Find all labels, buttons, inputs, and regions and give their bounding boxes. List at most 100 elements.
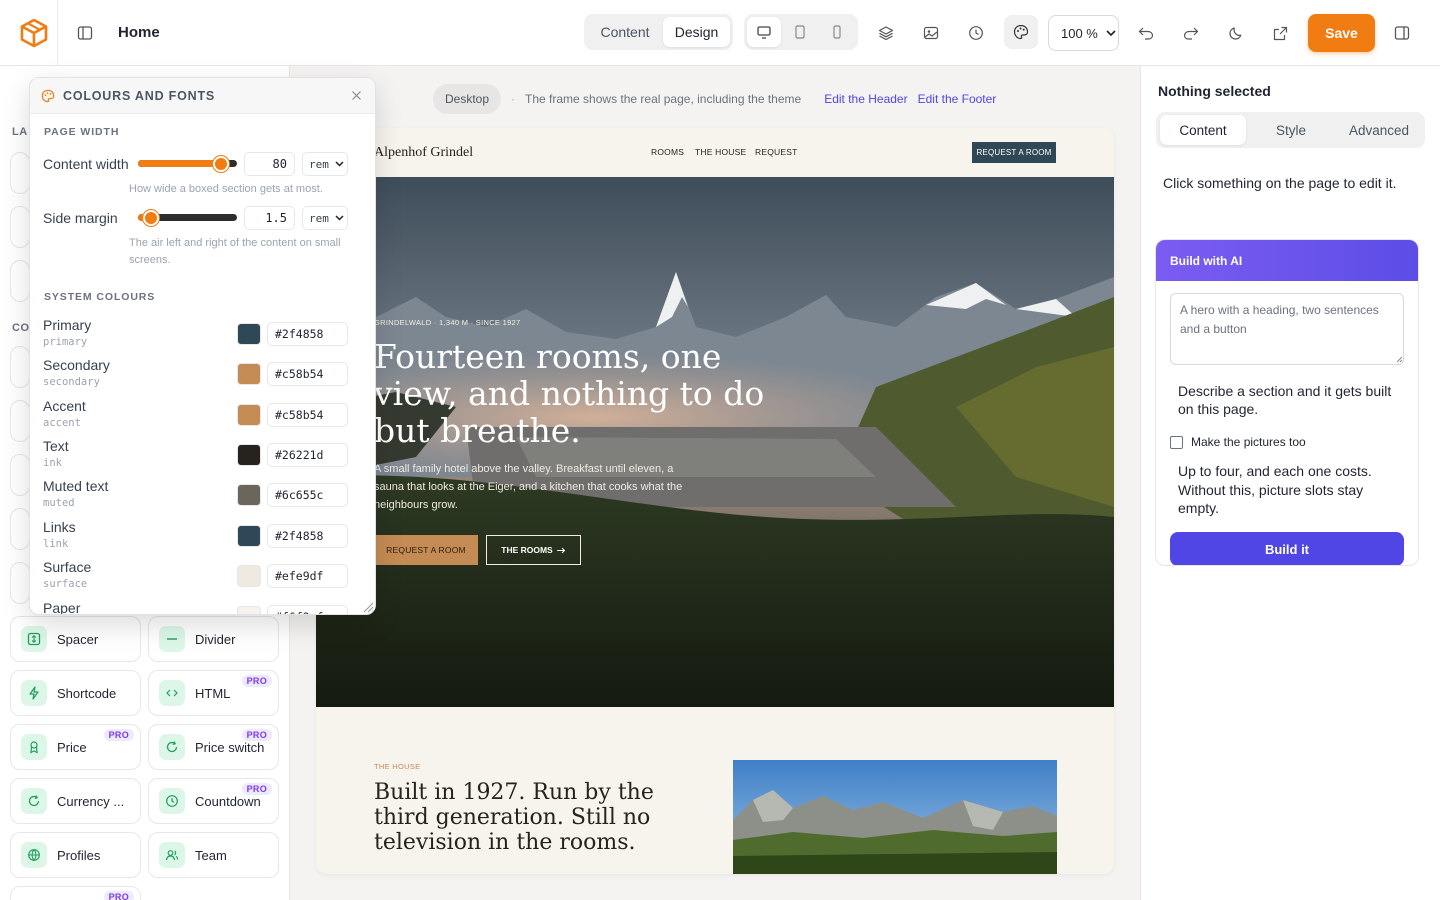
media-icon[interactable] <box>921 23 941 43</box>
side-margin-input[interactable]: 1.5 <box>244 206 295 230</box>
page-title: Home <box>118 24 160 41</box>
content-width-slider[interactable] <box>138 155 237 172</box>
content-width-input[interactable]: 80 <box>244 152 295 176</box>
colour-hex-input[interactable]: #6c655c <box>267 483 348 507</box>
colour-swatch[interactable] <box>237 404 261 426</box>
hero-text[interactable]: A small family hotel above the valley. B… <box>374 460 694 514</box>
mobile-icon[interactable] <box>820 17 854 47</box>
colour-hex-input[interactable]: #f6f3ef <box>267 605 348 614</box>
block-card[interactable]: PRO <box>10 886 141 900</box>
edit-header-link[interactable]: Edit the Header <box>824 92 907 106</box>
block-html[interactable]: HTML PRO <box>148 670 279 716</box>
layers-icon[interactable] <box>876 23 896 43</box>
colour-key: surface <box>43 578 88 590</box>
mode-design-tab[interactable]: Design <box>663 17 730 47</box>
site-header[interactable]: Alpenhof Grindel ROOMS THE HOUSE REQUEST… <box>316 128 1114 177</box>
side-margin-unit-select[interactable]: rem <box>302 206 348 230</box>
colour-hex-input[interactable]: #2f4858 <box>267 322 348 346</box>
make-pictures-checkbox[interactable]: Make the pictures too <box>1170 435 1306 449</box>
block-price-switch[interactable]: Price switch PRO <box>148 724 279 770</box>
textarea-resize-icon[interactable] <box>1395 355 1403 363</box>
colour-swatch[interactable] <box>237 606 261 614</box>
hero-eyebrow[interactable]: GRINDELWALD · 1,340 M · SINCE 1927 <box>374 318 521 327</box>
resize-handle-icon[interactable] <box>361 600 374 613</box>
open-external-icon[interactable] <box>1270 23 1290 43</box>
site-nav-house[interactable]: THE HOUSE <box>695 147 746 157</box>
block-price[interactable]: Price PRO <box>10 724 141 770</box>
block-card[interactable] <box>10 152 30 194</box>
colour-swatch[interactable] <box>237 323 261 345</box>
dark-mode-icon[interactable] <box>1226 23 1246 43</box>
theme-palette-button[interactable] <box>1004 15 1038 49</box>
content-width-unit-select[interactable]: rem <box>302 152 348 176</box>
popup-header[interactable]: COLOURS AND FONTS <box>30 78 375 114</box>
colour-swatch[interactable] <box>237 525 261 547</box>
block-countdown[interactable]: Countdown PRO <box>148 778 279 824</box>
block-card[interactable] <box>10 346 30 388</box>
tab-style[interactable]: Style <box>1248 115 1334 145</box>
block-team[interactable]: Team <box>148 832 279 878</box>
edit-footer-link[interactable]: Edit the Footer <box>918 92 997 106</box>
block-card[interactable] <box>10 454 30 496</box>
tablet-icon[interactable] <box>783 17 817 47</box>
colour-swatch[interactable] <box>237 484 261 506</box>
undo-icon[interactable] <box>1136 23 1156 43</box>
site-nav-rooms[interactable]: ROOMS <box>651 147 684 157</box>
colour-hex-input[interactable]: #c58b54 <box>267 362 348 386</box>
block-card[interactable] <box>10 206 30 248</box>
inspector-help-text: Click something on the page to edit it. <box>1163 175 1397 191</box>
hero-section[interactable]: GRINDELWALD · 1,340 M · SINCE 1927 Fourt… <box>316 177 1114 707</box>
block-profiles[interactable]: Profiles <box>10 832 141 878</box>
pro-badge: PRO <box>241 675 272 687</box>
palette-icon <box>1013 24 1029 40</box>
block-card[interactable] <box>10 260 30 302</box>
top-bar: Home Content Design 100 % Save <box>0 0 1440 66</box>
colour-hex-input[interactable]: #efe9df <box>267 564 348 588</box>
tab-advanced[interactable]: Advanced <box>1336 115 1422 145</box>
redo-icon[interactable] <box>1181 23 1201 43</box>
ai-prompt-textarea[interactable]: A hero with a heading, two sentences and… <box>1170 293 1404 365</box>
system-colours-label: SYSTEM COLOURS <box>44 291 156 303</box>
colour-swatch[interactable] <box>237 565 261 587</box>
app-logo-icon[interactable] <box>20 18 48 48</box>
page-width-label: PAGE WIDTH <box>44 126 120 138</box>
checkbox-box[interactable] <box>1170 435 1183 449</box>
save-button[interactable]: Save <box>1308 14 1375 52</box>
slider-knob[interactable] <box>213 155 229 172</box>
build-it-button[interactable]: Build it <box>1170 532 1404 565</box>
site-nav-request[interactable]: REQUEST <box>755 147 798 157</box>
hero-heading[interactable]: Fourteen rooms, one view, and nothing to… <box>374 338 814 449</box>
zoom-select[interactable]: 100 % <box>1048 15 1119 51</box>
mode-content-tab[interactable]: Content <box>587 17 663 47</box>
colour-swatch[interactable] <box>237 444 261 466</box>
hero-request-button[interactable]: REQUEST A ROOM <box>374 535 478 565</box>
section-label-partial: CO <box>12 322 30 334</box>
history-icon[interactable] <box>966 23 986 43</box>
block-shortcode[interactable]: Shortcode <box>10 670 141 716</box>
house-image[interactable] <box>733 760 1057 874</box>
block-currency[interactable]: Currency ... <box>10 778 141 824</box>
colour-hex-input[interactable]: #26221d <box>267 443 348 467</box>
house-heading[interactable]: Built in 1927. Run by the third generati… <box>374 780 704 855</box>
close-icon[interactable] <box>351 90 362 101</box>
block-card[interactable] <box>10 400 30 442</box>
desktop-icon[interactable] <box>747 17 781 47</box>
refresh-icon <box>21 788 47 814</box>
colour-hex-input[interactable]: #c58b54 <box>267 403 348 427</box>
device-pill[interactable]: Desktop <box>433 84 502 114</box>
site-nav-button[interactable]: REQUEST A ROOM <box>972 142 1056 163</box>
colour-hex-input[interactable]: #2f4858 <box>267 524 348 548</box>
house-eyebrow[interactable]: THE HOUSE <box>374 762 420 771</box>
slider-knob[interactable] <box>143 209 159 226</box>
colour-swatch[interactable] <box>237 363 261 385</box>
side-margin-slider[interactable] <box>138 209 237 226</box>
right-panel-toggle-icon[interactable] <box>1392 23 1412 43</box>
block-card[interactable] <box>10 508 30 550</box>
block-spacer[interactable]: Spacer <box>10 616 141 662</box>
sidebar-toggle-icon[interactable] <box>75 23 95 43</box>
tab-content[interactable]: Content <box>1160 115 1246 145</box>
block-card[interactable] <box>10 562 30 604</box>
site-brand[interactable]: Alpenhof Grindel <box>374 145 473 161</box>
block-divider[interactable]: Divider <box>148 616 279 662</box>
hero-rooms-button[interactable]: THE ROOMS <box>486 535 581 565</box>
